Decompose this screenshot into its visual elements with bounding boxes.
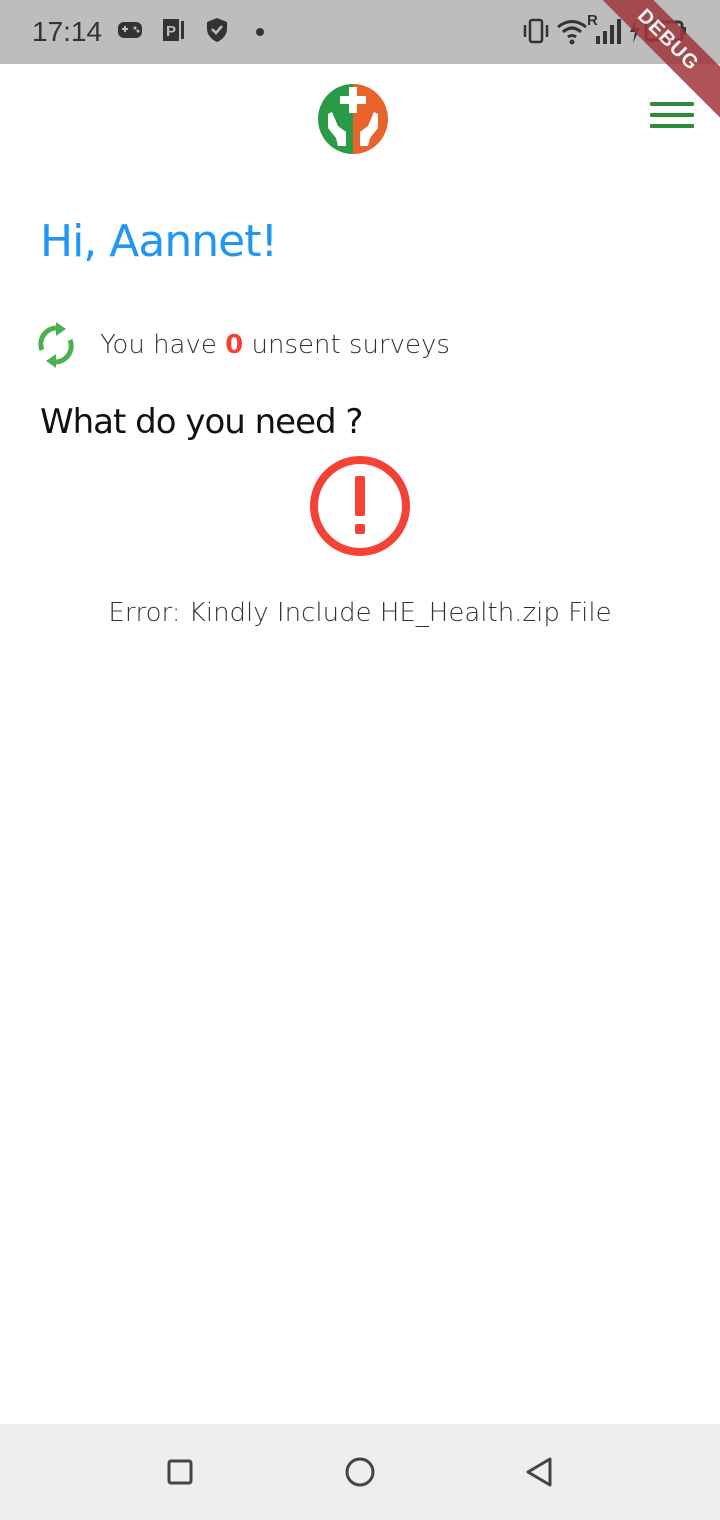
parking-icon: P: [163, 19, 184, 41]
dot-icon: [256, 28, 264, 36]
section-title: What do you need ?: [40, 402, 363, 442]
svg-text:P: P: [166, 23, 176, 40]
app-logo: [318, 84, 388, 154]
shield-icon: [207, 18, 227, 42]
recent-apps-button[interactable]: [156, 1448, 204, 1496]
unsent-surveys-text: You have 0 unsent surveys: [100, 330, 450, 360]
unsent-surveys-row[interactable]: You have 0 unsent surveys: [36, 322, 450, 368]
status-time: 17:14: [32, 16, 103, 47]
menu-button[interactable]: [650, 102, 694, 138]
vibrate-icon: [523, 18, 549, 44]
unsent-suffix: unsent surveys: [251, 330, 450, 360]
hamburger-menu-icon: [650, 102, 694, 106]
error-message: Error: Kindly Include HE_Health.zip File: [108, 598, 612, 628]
signal-icon: [596, 19, 621, 44]
greeting: Hi, Aannet!: [40, 216, 278, 267]
unsent-prefix: You have: [100, 330, 217, 360]
home-button[interactable]: [336, 1448, 384, 1496]
back-button[interactable]: [516, 1448, 564, 1496]
status-bar: 17:14 P R DEBUG: [0, 0, 720, 124]
navigation-bar: [0, 1424, 720, 1520]
unsent-count: 0: [225, 330, 244, 360]
sync-icon[interactable]: [36, 322, 76, 368]
game-controller-icon: [118, 22, 142, 38]
error-icon: [310, 456, 410, 556]
wifi-icon: [557, 20, 587, 45]
